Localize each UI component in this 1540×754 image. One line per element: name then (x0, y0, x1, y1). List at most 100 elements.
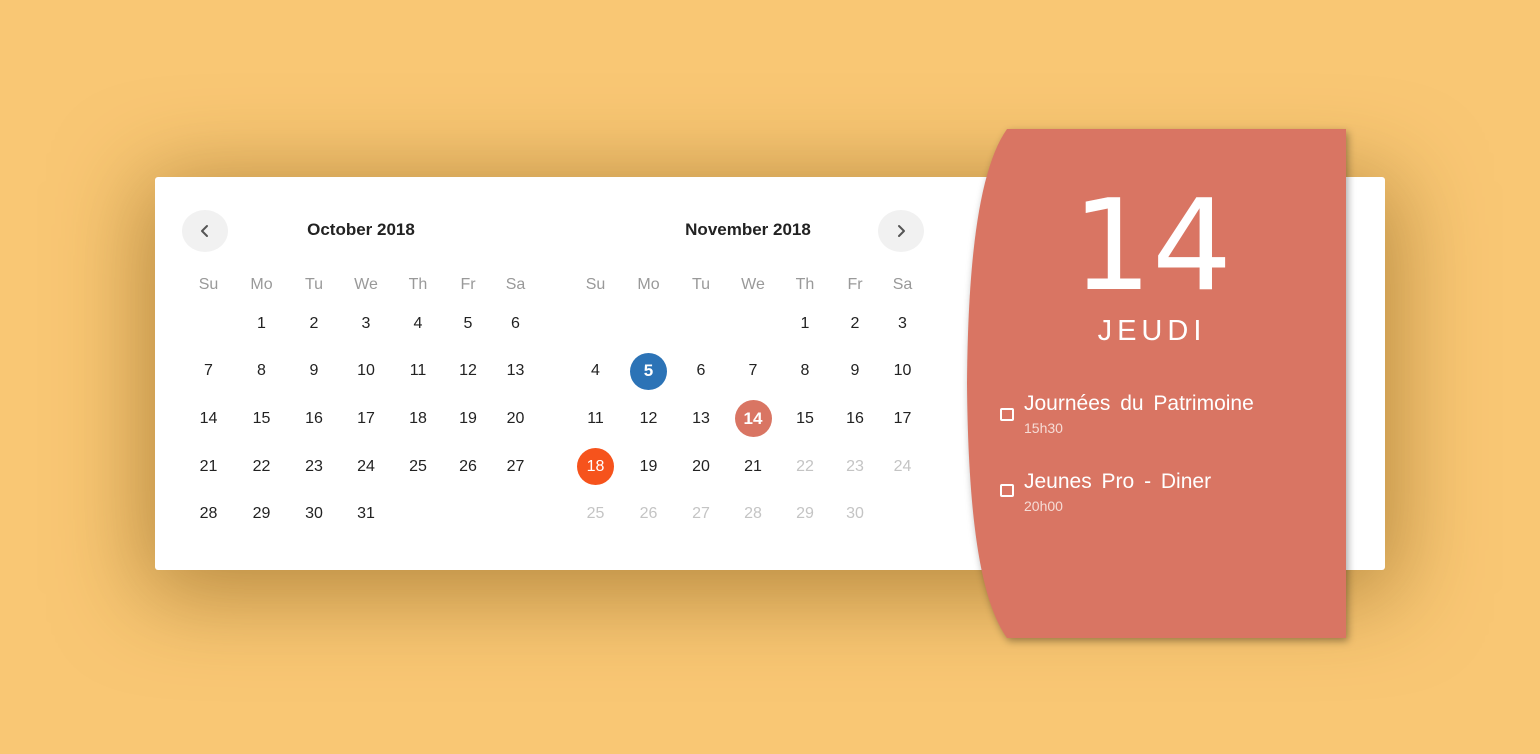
day-cell[interactable]: 22 (235, 443, 288, 491)
day-cell[interactable]: 6 (675, 348, 727, 396)
day-cell[interactable]: 3 (879, 300, 926, 348)
day-cell[interactable]: 24 (340, 443, 392, 491)
chevron-right-icon (898, 225, 905, 237)
day-cell[interactable]: 15 (235, 395, 288, 443)
weekday-header: Sa (892, 276, 913, 293)
day-cell[interactable]: 12 (444, 348, 492, 396)
day-cell[interactable]: 25 (569, 490, 622, 538)
day-cell[interactable]: 7 (727, 348, 779, 396)
weekday-header: Th (795, 276, 815, 293)
weekday-header: We (741, 276, 765, 293)
day-highlight: 18 (577, 448, 614, 486)
weekday-header: Mo (637, 276, 660, 293)
next-month-button[interactable] (878, 210, 924, 252)
empty-cell (727, 300, 779, 348)
day-cell[interactable]: 5 (444, 300, 492, 348)
day-cell[interactable]: 23 (831, 443, 879, 491)
event-time: 15h30 (1024, 420, 1063, 436)
day-cell[interactable]: 21 (727, 443, 779, 491)
day-cell[interactable]: 14 (182, 395, 235, 443)
month-grid-november: Su Mo Tu We Th Fr Sa 1 2 3 4 5 6 7 8 9 10 11 12 13 14 15 16 17 1… (569, 270, 926, 538)
day-cell[interactable]: 20 (492, 395, 539, 443)
day-cell[interactable]: 22 (779, 443, 831, 491)
day-cell[interactable]: 2 (288, 300, 340, 348)
day-cell[interactable]: 5 (622, 348, 675, 396)
day-cell[interactable]: 19 (622, 443, 675, 491)
event-time: 20h00 (1024, 498, 1063, 514)
checkbox-icon[interactable] (1000, 408, 1014, 421)
day-cell[interactable]: 1 (779, 300, 831, 348)
empty-cell (392, 490, 444, 538)
empty-cell (675, 300, 727, 348)
empty-cell (622, 300, 675, 348)
day-cell[interactable]: 7 (182, 348, 235, 396)
weekday-header: Fr (847, 276, 863, 293)
empty-cell (879, 490, 926, 538)
day-cell[interactable]: 9 (831, 348, 879, 396)
selected-weekday: JEUDI (1097, 315, 1207, 347)
day-cell[interactable]: 30 (831, 490, 879, 538)
day-cell[interactable]: 17 (879, 395, 926, 443)
weekday-header: Sa (505, 276, 526, 293)
day-cell[interactable]: 16 (288, 395, 340, 443)
day-cell[interactable]: 18 (392, 395, 444, 443)
day-cell[interactable]: 23 (288, 443, 340, 491)
day-cell[interactable]: 16 (831, 395, 879, 443)
day-cell[interactable]: 17 (340, 395, 392, 443)
event-title: Jeunes Pro - Diner (1024, 470, 1212, 493)
day-cell[interactable]: 20 (675, 443, 727, 491)
day-cell[interactable]: 31 (340, 490, 392, 538)
day-cell[interactable]: 11 (392, 348, 444, 396)
day-cell[interactable]: 24 (879, 443, 926, 491)
day-cell[interactable]: 29 (779, 490, 831, 538)
day-cell[interactable]: 27 (492, 443, 539, 491)
day-cell[interactable]: 26 (444, 443, 492, 491)
day-cell[interactable]: 12 (622, 395, 675, 443)
day-cell[interactable]: 10 (879, 348, 926, 396)
month-grid-october: Su Mo Tu We Th Fr Sa 1 2 3 4 5 6 7 8 9 10 11 12 13 14 15 16 17 1… (182, 270, 539, 538)
prev-month-button[interactable] (182, 210, 228, 252)
month-title-november: November 2018 (685, 220, 811, 239)
month-title-october: October 2018 (307, 220, 415, 239)
day-cell[interactable]: 1 (235, 300, 288, 348)
day-cell[interactable]: 3 (340, 300, 392, 348)
weekday-header: Su (198, 276, 219, 293)
weekday-header: Su (585, 276, 606, 293)
day-cell[interactable]: 4 (569, 348, 622, 396)
day-cell[interactable]: 8 (779, 348, 831, 396)
day-cell[interactable]: 6 (492, 300, 539, 348)
day-cell[interactable]: 25 (392, 443, 444, 491)
day-cell[interactable]: 15 (779, 395, 831, 443)
day-cell[interactable]: 11 (569, 395, 622, 443)
day-cell[interactable]: 13 (675, 395, 727, 443)
day-cell[interactable]: 27 (675, 490, 727, 538)
day-cell[interactable]: 14 (727, 395, 779, 443)
weekday-header: Fr (460, 276, 476, 293)
day-highlight: 5 (630, 352, 667, 390)
day-cell[interactable]: 18 (569, 443, 622, 491)
selected-day-number: 14 (1071, 172, 1233, 319)
day-cell[interactable]: 9 (288, 348, 340, 396)
day-cell[interactable]: 13 (492, 348, 539, 396)
weekday-header: Tu (691, 276, 711, 293)
day-highlight: 14 (734, 400, 772, 438)
day-cell[interactable]: 28 (182, 490, 235, 538)
empty-cell (182, 300, 235, 348)
checkbox-icon[interactable] (1000, 484, 1014, 497)
day-cell[interactable]: 21 (182, 443, 235, 491)
day-cell[interactable]: 4 (392, 300, 444, 348)
day-cell[interactable]: 28 (727, 490, 779, 538)
chevron-left-icon (201, 225, 208, 237)
weekday-header: Tu (304, 276, 324, 293)
event-title: Journées du Patrimoine (1024, 392, 1254, 415)
day-cell[interactable]: 29 (235, 490, 288, 538)
weekday-header: Th (408, 276, 428, 293)
day-cell[interactable]: 26 (622, 490, 675, 538)
day-cell[interactable]: 2 (831, 300, 879, 348)
empty-cell (444, 490, 492, 538)
selected-day-panel: 14 JEUDI Journées du Patrimoine 15h30 Je… (967, 129, 1346, 638)
day-cell[interactable]: 8 (235, 348, 288, 396)
day-cell[interactable]: 30 (288, 490, 340, 538)
day-cell[interactable]: 19 (444, 395, 492, 443)
day-cell[interactable]: 10 (340, 348, 392, 396)
